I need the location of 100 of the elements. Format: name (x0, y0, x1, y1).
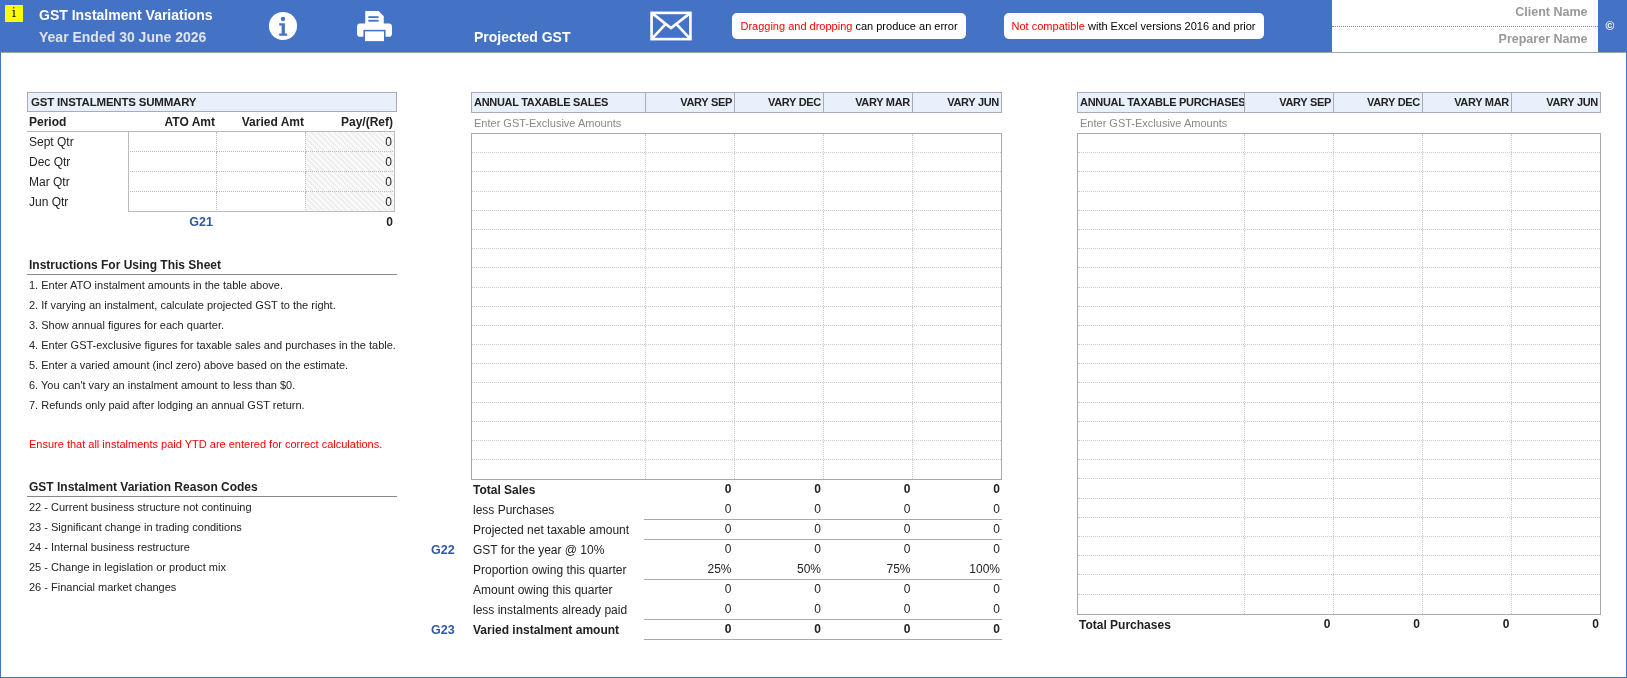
copyright-text: © (1605, 19, 1615, 33)
table-cell: 0 (644, 620, 734, 641)
instruction-text: 4. Enter GST-exclusive figures for taxable sales and purchases in the table. (28, 338, 397, 353)
sheet-title: GST Instalment Variations (39, 7, 214, 23)
hint-text: Enter GST-Exclusive Amounts (473, 116, 623, 131)
total-value: 0 (385, 214, 394, 231)
row-label: Proportion owing this quarter (472, 562, 628, 580)
table-cell: 0 (912, 620, 1002, 641)
table-cell-text: 0 (902, 541, 912, 559)
row-label: Projected net taxable amount (472, 522, 631, 540)
table-cell: 0 (912, 500, 1002, 521)
table-cell: 0 (733, 500, 823, 521)
table-cell-text: 0 (992, 541, 1001, 559)
instruction-text: 1. Enter ATO instalment amounts in the table above. (28, 278, 284, 293)
table-cell: 0 (912, 600, 1002, 621)
gst-code: G23 (431, 623, 455, 638)
period-label: Jun Qtr (28, 194, 70, 211)
column-header: VARY MAR (823, 93, 912, 112)
period-label: Dec Qtr (28, 154, 72, 171)
table-cell: 50% (733, 560, 823, 581)
column-header: VARY MAR (1422, 93, 1511, 112)
table-cell: 0 (733, 520, 823, 541)
table-cell-text: 0 (1501, 615, 1511, 633)
instruction-text: 3. Show annual figures for each quarter. (28, 318, 226, 333)
reason-code-text: 26 - Financial market changes (28, 580, 178, 595)
table-cell: 0 (644, 520, 734, 541)
column-header: VARY JUN (912, 93, 1001, 112)
hint-text: Enter GST-Exclusive Amounts (1079, 116, 1229, 131)
table-cell-text: 0 (1322, 615, 1332, 633)
table-cell: 100% (912, 560, 1002, 581)
table-cell-text: 0 (723, 481, 733, 499)
row-label: Varied instalment amount (472, 622, 621, 640)
reason-codes-heading: GST Instalment Variation Reason Codes (27, 478, 397, 497)
table-cell-text: 0 (813, 581, 822, 599)
table-cell: 0 (733, 620, 823, 641)
period-label: Sept Qtr (28, 134, 75, 151)
table-cell-text: 0 (723, 581, 733, 599)
input-cell[interactable] (128, 192, 217, 212)
table-cell: 0 (306, 192, 395, 212)
instruction-text: 2. If varying an instalment, calculate projected GST to the right. (28, 298, 337, 313)
reason-code-text: 25 - Change in legislation or product mix (28, 560, 227, 575)
info-icon[interactable] (268, 11, 298, 41)
input-cell[interactable] (128, 132, 217, 152)
row-label: less instalments already paid (472, 602, 629, 620)
table-cell: 0 (733, 600, 823, 621)
envelope-icon[interactable] (650, 11, 693, 41)
preparer-name-label: Preparer Name (1497, 30, 1589, 48)
instruction-text: 6. You can't vary an instalment amount to less than $0. (28, 378, 297, 393)
column-header: VARY SEP (1244, 93, 1333, 112)
summary-title: GST INSTALMENTS SUMMARY (27, 92, 397, 112)
column-header: ATO Amt (128, 112, 217, 132)
table-cell: 0 (823, 620, 913, 641)
column-header: VARY SEP (645, 93, 734, 112)
row-label: Amount owing this quarter (472, 582, 614, 600)
reason-code-text: 22 - Current business structure not continuing (28, 500, 253, 515)
table-cell-text: 0 (813, 481, 822, 499)
table-cell: 0 (823, 520, 913, 541)
table-cell: 0 (644, 600, 734, 621)
gst-code: G22 (431, 543, 455, 558)
table-cell: 0 (306, 172, 395, 192)
table-cell: 0 (306, 132, 395, 152)
client-name-label: Client Name (1331, 0, 1598, 27)
table-cell: 0 (912, 520, 1002, 541)
warning-message: Dragging and dropping can produce an error (732, 13, 966, 39)
sheet-subtitle: Year Ended 30 June 2026 (39, 29, 208, 45)
table-cell-text: 0 (1412, 615, 1421, 633)
printer-icon[interactable] (356, 9, 393, 43)
data-entry-grid[interactable] (471, 133, 1002, 481)
table-cell-text: 0 (1591, 615, 1600, 633)
instructions-heading: Instructions For Using This Sheet (27, 256, 397, 275)
table-cell: 0 (823, 600, 913, 621)
column-header: ANNUAL TAXABLE PURCHASES (1079, 95, 1244, 110)
column-header: VARY DEC (734, 93, 823, 112)
column-header: VARY DEC (1333, 93, 1422, 112)
table-cell: 75% (823, 560, 913, 581)
table-cell-text: 0 (902, 581, 912, 599)
input-cell[interactable] (128, 152, 217, 172)
period-label: Mar Qtr (28, 174, 71, 191)
table-cell-text: 0 (902, 481, 912, 499)
table-cell-text: 0 (723, 541, 733, 559)
instruction-text: 7. Refunds only paid after lodging an annual GST return. (28, 398, 306, 413)
note-marker[interactable]: i (5, 5, 23, 22)
table-cell-text: 0 (992, 581, 1001, 599)
column-header: ANNUAL TAXABLE SALES (473, 95, 610, 110)
data-entry-grid[interactable] (1077, 133, 1601, 615)
table-cell: 0 (823, 500, 913, 521)
warning-text: Ensure that all instalments paid YTD are entered for correct calculations. (28, 437, 384, 452)
row-label: Total Purchases (1078, 616, 1172, 634)
column-header: Period (27, 112, 128, 132)
input-cell[interactable] (128, 172, 217, 192)
reason-code-text: 24 - Internal business restructure (28, 540, 191, 555)
warning-message: Not compatible with Excel versions 2016 and prior (1003, 13, 1264, 39)
table-cell-text: 0 (813, 541, 822, 559)
row-label: less Purchases (472, 502, 556, 520)
row-label: GST for the year @ 10% (472, 542, 606, 560)
row-label: Total Sales (472, 482, 537, 500)
projected-gst-label: Projected GST (474, 29, 571, 45)
reason-code-text: 23 - Significant change in trading conditions (28, 520, 243, 535)
g21-code: G21 (188, 214, 214, 231)
table-cell: 0 (306, 152, 395, 172)
